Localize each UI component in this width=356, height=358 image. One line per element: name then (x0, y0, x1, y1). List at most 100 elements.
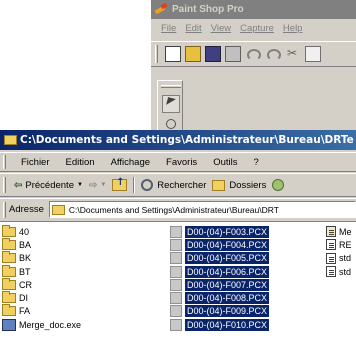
save-icon[interactable] (205, 46, 221, 62)
chevron-down-icon[interactable]: ▼ (100, 182, 106, 188)
back-button-label: Précédente (25, 179, 74, 191)
menubar-grip[interactable] (3, 155, 6, 169)
menu-fichier[interactable]: Fichier (15, 156, 56, 169)
list-item[interactable]: D00-(04)-F004.PCX (170, 238, 320, 251)
list-item[interactable]: D00-(04)-F003.PCX (170, 225, 320, 238)
explorer-menu-bar: Fichier Edition Affichage Favoris Outils… (0, 152, 356, 172)
back-arrow-icon: ⇦ (14, 179, 23, 191)
pcx-column: D00-(04)-F003.PCX D00-(04)-F004.PCX D00-… (170, 225, 320, 331)
folder-icon (2, 304, 16, 317)
folder-icon (2, 264, 16, 277)
folder-icon (4, 135, 17, 145)
text-file-icon (326, 266, 336, 278)
folder-icon (2, 277, 16, 290)
search-button[interactable]: Rechercher (141, 179, 206, 191)
psp-menu-bar: File Edit View Capture Help (151, 19, 356, 37)
addressbar-grip[interactable] (3, 201, 6, 218)
list-item[interactable]: std (326, 265, 356, 278)
open-folder-icon[interactable] (185, 46, 201, 62)
file-name: D00-(04)-F005.PCX (185, 252, 270, 265)
list-item[interactable]: DI (2, 291, 162, 304)
paint-shop-pro-window[interactable]: Paint Shop Pro File Edit View Capture He… (151, 0, 356, 130)
menu-help[interactable]: ? (247, 156, 264, 169)
list-item[interactable]: D00-(04)-F007.PCX (170, 278, 320, 291)
explorer-title-bar[interactable]: C:\Documents and Settings\Administrateur… (0, 130, 356, 150)
folder-name: BK (19, 253, 32, 264)
psp-menu-view[interactable]: View (211, 23, 231, 34)
explorer-window[interactable]: C:\Documents and Settings\Administrateur… (0, 130, 356, 358)
toolbar-grip[interactable] (3, 177, 6, 193)
list-item[interactable]: D00-(04)-F008.PCX (170, 291, 320, 305)
image-file-icon (170, 305, 182, 318)
script-file-icon (326, 226, 336, 238)
list-item[interactable]: BK (2, 251, 162, 265)
forward-arrow-icon: ⇨ (88, 179, 98, 191)
search-button-label: Rechercher (157, 179, 207, 191)
file-name: D00-(04)-F010.PCX (185, 318, 270, 331)
psp-tool-palette (157, 80, 183, 130)
list-item[interactable]: std (326, 252, 356, 265)
image-file-icon (170, 318, 182, 331)
folder-name: DI (19, 293, 28, 304)
list-item[interactable]: BT (2, 264, 162, 278)
new-file-icon[interactable] (165, 46, 181, 62)
explorer-window-title: C:\Documents and Settings\Administrateur… (20, 134, 354, 146)
list-item[interactable]: Me (326, 225, 356, 238)
file-name: D00-(04)-F007.PCX (185, 278, 270, 291)
file-name: std (339, 266, 352, 277)
psp-menu-help[interactable]: Help (283, 23, 303, 34)
folders-button[interactable]: Dossiers (212, 179, 266, 191)
file-name: D00-(04)-F008.PCX (185, 292, 270, 305)
list-item[interactable]: D00-(04)-F010.PCX (170, 318, 320, 331)
image-file-icon (170, 292, 182, 305)
document-icon (2, 318, 16, 331)
file-name: std (339, 253, 352, 264)
folder-column: 40 BA BK BT CR DI FA Merge_doc.exe (2, 224, 162, 331)
menu-favoris[interactable]: Favoris (160, 156, 203, 169)
psp-title-bar[interactable]: Paint Shop Pro (151, 0, 356, 19)
list-item[interactable]: RE (326, 238, 356, 251)
cut-icon[interactable] (285, 46, 301, 62)
arrow-pointer-icon[interactable] (162, 95, 180, 113)
search-icon (141, 179, 154, 191)
forward-button[interactable]: ⇨ ▼ (89, 180, 106, 191)
psp-menu-edit[interactable]: Edit (185, 23, 201, 34)
list-item[interactable]: BA (2, 237, 162, 251)
redo-icon[interactable] (265, 46, 281, 62)
misc-file-column: Me RE std std (326, 225, 356, 278)
toolbar-grip[interactable] (155, 45, 158, 63)
folder-name: 40 (19, 226, 30, 237)
zoom-tool-icon[interactable] (166, 119, 176, 129)
psp-menu-capture[interactable]: Capture (240, 23, 274, 34)
history-icon[interactable] (272, 179, 285, 191)
file-name: D00-(04)-F009.PCX (185, 305, 270, 318)
address-input[interactable]: C:\Documents and Settings\Administrateur… (48, 201, 356, 218)
chevron-down-icon[interactable]: ▼ (77, 182, 83, 188)
text-file-icon (326, 252, 336, 264)
palette-grip[interactable] (161, 85, 181, 88)
file-name: Merge_doc.exe (19, 319, 82, 330)
image-file-icon (170, 265, 182, 278)
undo-icon[interactable] (245, 46, 261, 62)
folder-icon (2, 237, 16, 250)
list-item[interactable]: D00-(04)-F006.PCX (170, 265, 320, 278)
menu-edition[interactable]: Edition (60, 156, 101, 169)
back-button[interactable]: ⇦ Précédente ▼ (14, 180, 83, 191)
image-file-icon (170, 278, 182, 291)
print-icon[interactable] (225, 46, 241, 62)
folder-up-icon[interactable] (112, 177, 128, 191)
folder-icon (2, 291, 16, 304)
list-item[interactable]: CR (2, 277, 162, 291)
list-item[interactable]: D00-(04)-F009.PCX (170, 305, 320, 318)
file-name: RE (339, 239, 352, 250)
copy-icon[interactable] (305, 46, 321, 62)
folder-name: BA (19, 239, 32, 250)
file-name: Me (339, 226, 352, 237)
list-item[interactable]: FA (2, 304, 162, 318)
menu-outils[interactable]: Outils (207, 156, 243, 169)
psp-menu-file[interactable]: File (161, 23, 176, 34)
menu-affichage[interactable]: Affichage (105, 156, 156, 169)
list-item[interactable]: 40 (2, 224, 162, 238)
list-item[interactable]: D00-(04)-F005.PCX (170, 252, 320, 265)
list-item[interactable]: Merge_doc.exe (2, 318, 162, 331)
